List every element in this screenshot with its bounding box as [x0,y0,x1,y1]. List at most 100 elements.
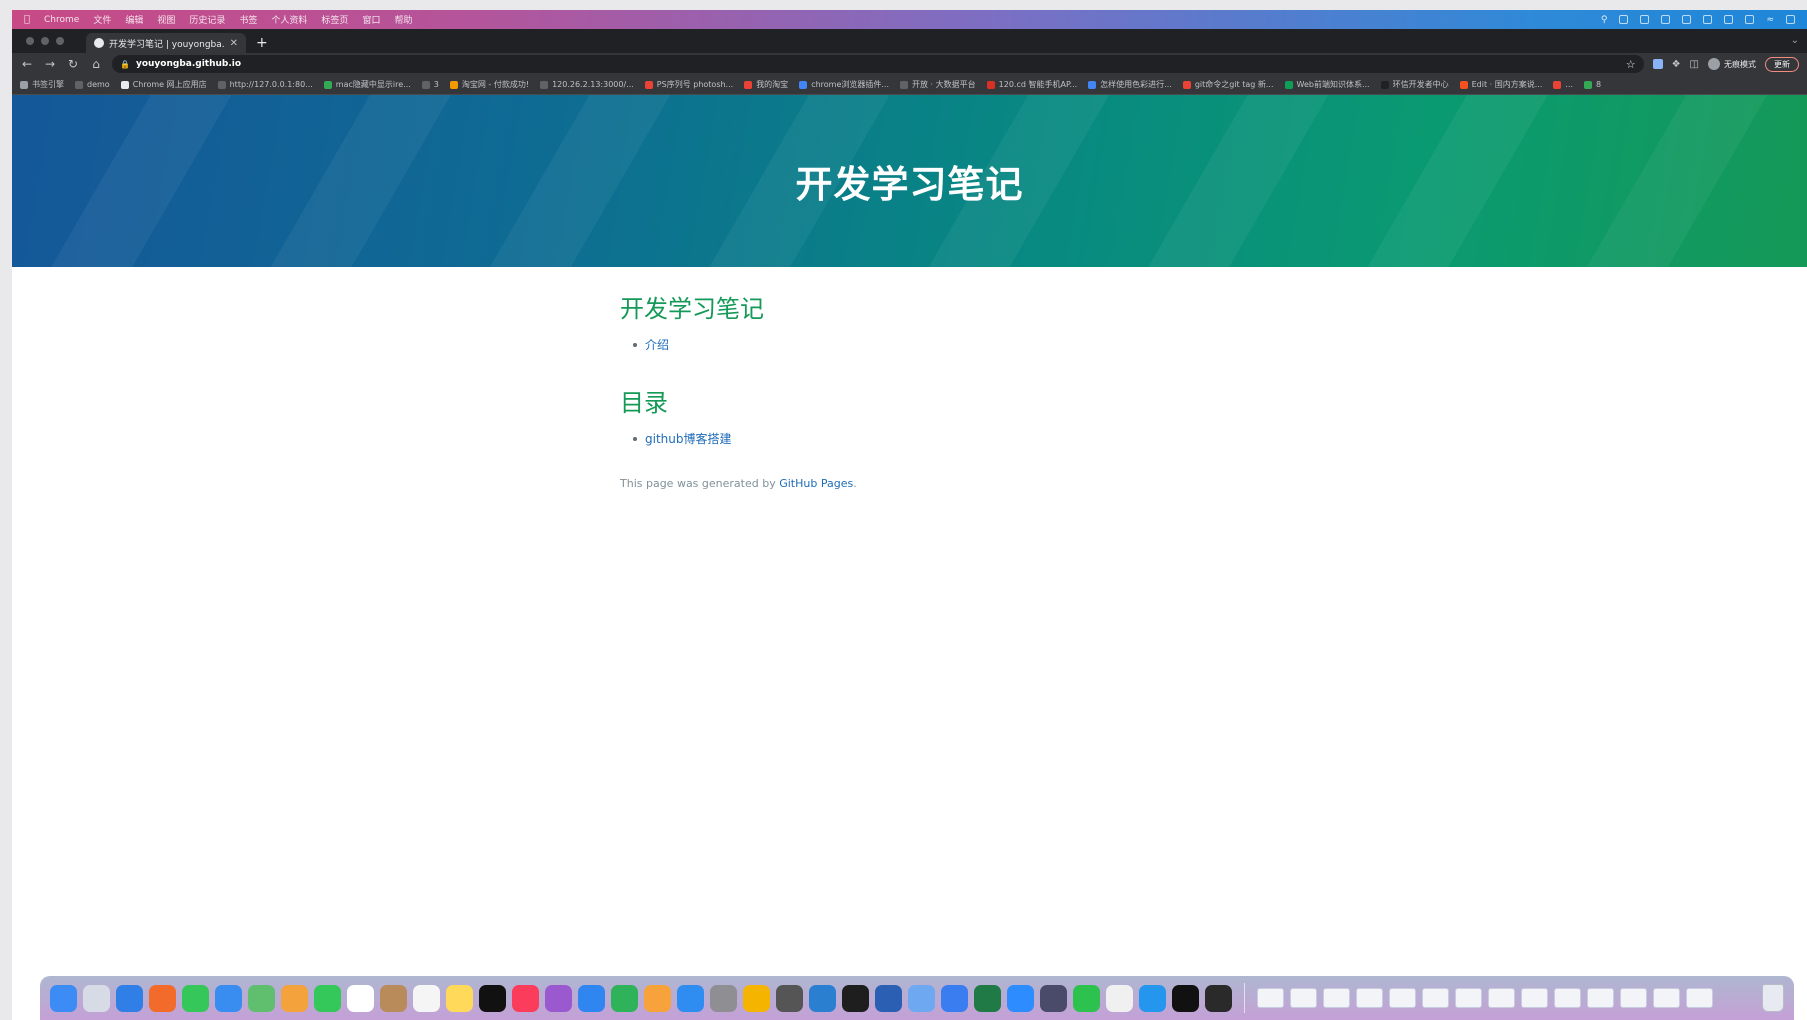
feishu-icon[interactable] [941,984,968,1012]
bookmark-item[interactable]: 开放 · 大数据平台 [900,79,976,90]
menu-item-tabs[interactable]: 标签页 [321,13,348,26]
contacts-icon[interactable] [380,984,407,1012]
trash-icon[interactable] [1762,984,1784,1012]
bookmark-item[interactable]: 我的淘宝 [744,79,788,90]
app-store-icon[interactable] [677,984,704,1012]
excel-icon[interactable] [974,984,1001,1012]
minimized-window-thumbnail[interactable] [1422,988,1449,1008]
tv-icon[interactable] [479,984,506,1012]
minimized-window-thumbnail[interactable] [1455,988,1482,1008]
apple-icon[interactable]:  [24,14,30,25]
forward-arrow-icon[interactable]: → [43,57,57,71]
back-arrow-icon[interactable]: ← [20,57,34,71]
finder-icon[interactable] [50,984,77,1012]
close-window-button[interactable] [26,37,34,45]
display-icon[interactable] [1619,15,1629,24]
menu-item-history[interactable]: 历史记录 [189,13,225,26]
numbers-icon[interactable] [611,984,638,1012]
menu-item-view[interactable]: 视图 [157,13,175,26]
battery-icon[interactable] [1745,15,1755,24]
bookmark-item[interactable]: demo [75,80,110,89]
intro-link[interactable]: 介绍 [645,336,669,353]
chrome-icon[interactable] [743,984,770,1012]
clock-icon[interactable] [1682,15,1692,24]
control-center-icon[interactable] [1786,15,1795,24]
browser-tab-active[interactable]: 开发学习笔记 | youyongba.gith ✕ [86,33,246,53]
search-icon[interactable]: ⚲ [1601,15,1608,25]
bookmark-item[interactable]: http://127.0.0.1:80... [217,80,313,89]
profile-button[interactable]: 无痕模式 [1708,58,1756,70]
calendar-icon[interactable] [347,984,374,1012]
podcasts-icon[interactable] [545,984,572,1012]
textedit-icon[interactable] [1106,984,1133,1012]
minimized-window-thumbnail[interactable] [1620,988,1647,1008]
bookmark-item[interactable]: 3 [421,80,439,89]
safari-icon[interactable] [116,984,143,1012]
photos-icon[interactable] [281,984,308,1012]
minimized-window-thumbnail[interactable] [1290,988,1317,1008]
bookmark-item[interactable]: chrome浏览器插件... [799,79,889,90]
network-icon[interactable] [908,984,935,1012]
bookmark-item[interactable]: 淘宝网 - 付款成功! [449,79,529,90]
preview-icon[interactable] [1040,984,1067,1012]
launchpad-icon[interactable] [83,984,110,1012]
home-icon[interactable]: ⌂ [89,57,103,71]
facetime-icon[interactable] [314,984,341,1012]
new-tab-button[interactable]: + [256,35,268,53]
mail-icon[interactable] [215,984,242,1012]
bookmark-item[interactable]: 怎样使用色彩进行... [1088,79,1172,90]
minimized-window-thumbnail[interactable] [1686,988,1713,1008]
extension-icon[interactable] [1652,59,1663,69]
notes-icon[interactable] [446,984,473,1012]
obs-icon[interactable] [1205,984,1232,1012]
bluetooth-icon[interactable] [1724,15,1734,24]
bookmark-item[interactable]: Web前端知识体系... [1284,79,1370,90]
minimized-window-thumbnail[interactable] [1554,988,1581,1008]
wechat-icon[interactable] [1073,984,1100,1012]
menu-item-chrome[interactable]: Chrome [44,15,79,25]
messages-icon[interactable] [182,984,209,1012]
minimized-window-thumbnail[interactable] [1323,988,1350,1008]
docker-icon[interactable] [1139,984,1166,1012]
minimized-window-thumbnail[interactable] [1653,988,1680,1008]
vscode-icon[interactable] [809,984,836,1012]
bookmark-item[interactable]: 8 [1584,80,1601,89]
menu-item-bookmarks[interactable]: 书签 [239,13,257,26]
music-icon[interactable] [512,984,539,1012]
minimized-window-thumbnail[interactable] [1389,988,1416,1008]
update-button[interactable]: 更新 [1765,56,1799,72]
pages-icon[interactable] [644,984,671,1012]
github-blog-link[interactable]: github博客搭建 [645,430,732,447]
bookmark-item[interactable]: 120.cd 智能手机AP... [986,79,1077,90]
bookmark-item[interactable]: PS序列号 photosh... [644,79,733,90]
menu-item-window[interactable]: 窗口 [362,13,380,26]
minimize-window-button[interactable] [41,37,49,45]
bookmark-item[interactable]: 120.26.2.13:3000/... [540,80,634,89]
word-icon[interactable] [875,984,902,1012]
close-tab-icon[interactable]: ✕ [230,38,238,49]
system-preferences-icon[interactable] [710,984,737,1012]
sidebar-icon[interactable]: ◫ [1690,59,1699,70]
minimized-window-thumbnail[interactable] [1488,988,1515,1008]
menu-item-file[interactable]: 文件 [93,13,111,26]
capcut-icon[interactable] [1172,984,1199,1012]
bookmark-item[interactable]: 环信开发者中心 [1380,79,1449,90]
minimized-window-thumbnail[interactable] [1521,988,1548,1008]
reminders-icon[interactable] [413,984,440,1012]
maps-icon[interactable] [248,984,275,1012]
bookmark-item[interactable]: git命令之git tag 新... [1182,79,1274,90]
tab-search-chevron-icon[interactable]: ⌄ [1791,35,1799,46]
zoom-window-button[interactable] [56,37,64,45]
sync-icon[interactable] [1703,15,1713,24]
menu-item-help[interactable]: 帮助 [394,13,412,26]
bookmark-star-icon[interactable]: ☆ [1626,58,1636,71]
minimized-window-thumbnail[interactable] [1587,988,1614,1008]
bookmark-item[interactable]: mac隐藏中显示ire... [323,79,411,90]
zoom-icon[interactable] [1007,984,1034,1012]
address-bar-url[interactable]: youyongba.github.io [136,59,241,69]
address-bar[interactable]: 🔒 youyongba.github.io ☆ [112,55,1644,73]
menu-item-profiles[interactable]: 个人资料 [271,13,307,26]
menu-item-edit[interactable]: 编辑 [125,13,143,26]
firefox-icon[interactable] [149,984,176,1012]
reload-icon[interactable]: ↻ [66,57,80,71]
